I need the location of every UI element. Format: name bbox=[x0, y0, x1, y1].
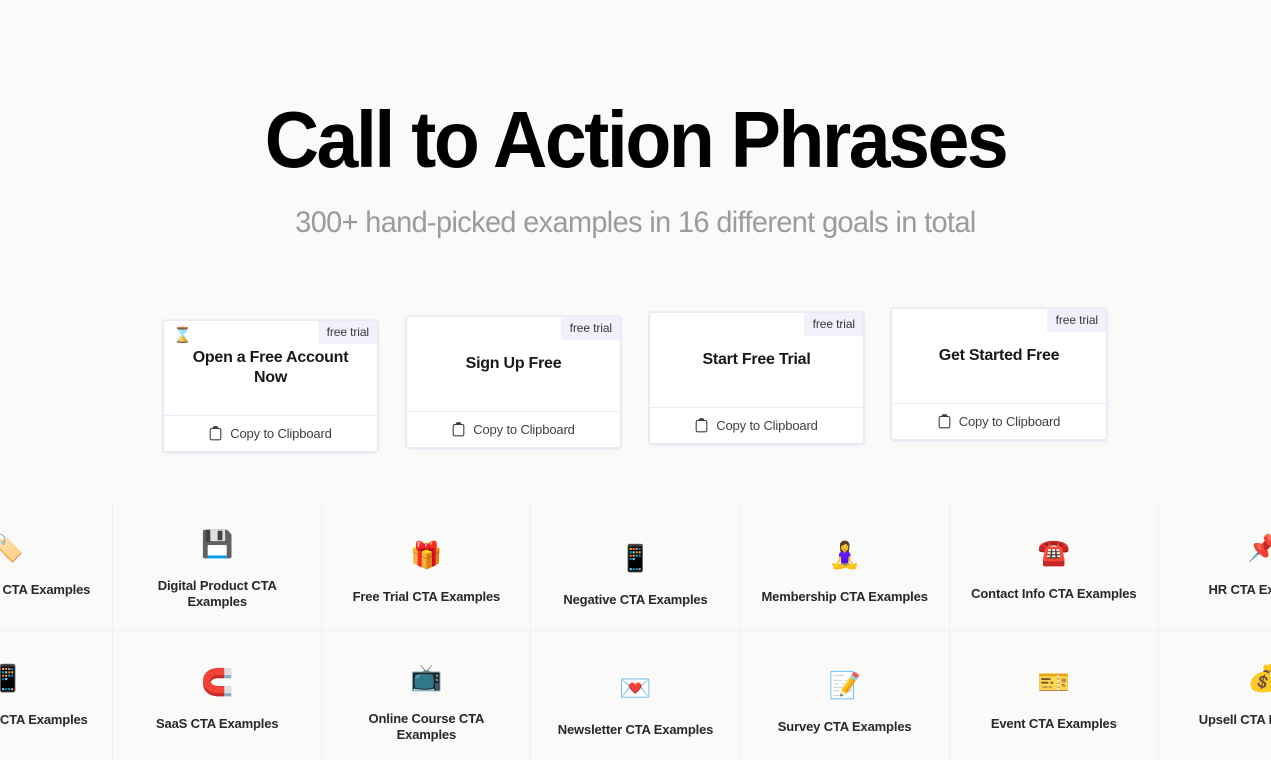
floppy-disk-emoji: 💾 bbox=[201, 529, 234, 560]
love-letter-emoji: 💌 bbox=[619, 673, 652, 704]
category-tile-label: Digital Product CTA Examples bbox=[157, 577, 277, 609]
pushpin-note-emoji: 📌 bbox=[1247, 533, 1271, 564]
cta-card[interactable]: free trial Get Started Free Copy to Clipbo… bbox=[891, 308, 1107, 440]
clipboard-icon bbox=[452, 422, 465, 437]
ticket-emoji: 🎫 bbox=[1037, 667, 1070, 698]
person-lotus-position-emoji: 🧘‍♀️ bbox=[828, 540, 861, 571]
gift-emoji: 🎁 bbox=[410, 540, 443, 571]
category-tile-label: Free Trial CTA Examples bbox=[352, 588, 501, 604]
category-tile[interactable]: 🧲 SaaS CTA Examples bbox=[113, 631, 323, 760]
money-bag-emoji: 💰 bbox=[1247, 663, 1271, 694]
copy-to-clipboard-button[interactable]: Copy to Clipboard bbox=[407, 411, 620, 447]
page-root: Call to Action Phrases 300+ hand-picked … bbox=[0, 0, 1271, 760]
category-tile-label: Online Course CTA Examples bbox=[368, 710, 485, 742]
cta-phrase-text: Sign Up Free bbox=[465, 355, 562, 372]
copy-to-clipboard-button[interactable]: Copy to Clipboard bbox=[164, 415, 377, 451]
category-tile[interactable]: 🎁 Free Trial CTA Examples bbox=[322, 501, 532, 631]
category-tile[interactable]: 🧘‍♀️ Membership CTA Examples bbox=[740, 501, 950, 631]
category-tile[interactable]: 📱 Negative CTA Examples bbox=[531, 501, 741, 631]
cta-card-body: free trial Get Started Free bbox=[892, 309, 1106, 403]
category-tile-label: Contact Info CTA Examples bbox=[971, 585, 1137, 601]
television-emoji: 📺 bbox=[410, 662, 443, 693]
hourglass-emoji: ⌛ bbox=[173, 326, 192, 344]
cta-card-body: free trial Start Free Trial bbox=[650, 313, 863, 407]
category-tile[interactable]: 🎫 Event CTA Examples bbox=[949, 631, 1159, 760]
category-tile[interactable]: 📌 HR CTA Examples bbox=[1158, 501, 1271, 631]
magnet-emoji: 🧲 bbox=[201, 667, 234, 698]
category-tile-label: Mobile App CTA Examples bbox=[0, 711, 88, 727]
category-tile-label: Upsell CTA Examples bbox=[1198, 711, 1271, 727]
copy-to-clipboard-label: Copy to Clipboard bbox=[958, 414, 1061, 429]
copy-to-clipboard-label: Copy to Clipboard bbox=[230, 426, 332, 441]
copy-to-clipboard-button[interactable]: Copy to Clipboard bbox=[892, 403, 1106, 439]
free-trial-badge: free trial bbox=[1046, 309, 1106, 332]
cta-card[interactable]: free trial Start Free Trial Copy to Clipbo… bbox=[649, 312, 864, 444]
cta-phrase-text: Start Free Trial bbox=[702, 351, 811, 368]
category-tile-label: HR CTA Examples bbox=[1208, 581, 1271, 597]
category-grid: 🏷️ eCommerce CTA Examples 💾 Digital Product… bbox=[0, 501, 1271, 760]
copy-to-clipboard-label: Copy to Clipboard bbox=[473, 422, 575, 437]
cta-card-body: free trial Sign Up Free bbox=[407, 317, 620, 411]
cta-card-row: ⌛ free trial Open a Free Account Now Copy t… bbox=[0, 0, 1271, 470]
label-tag-emoji: 🏷️ bbox=[0, 533, 25, 564]
copy-to-clipboard-button[interactable]: Copy to Clipboard bbox=[650, 407, 863, 443]
category-tile-label: Event CTA Examples bbox=[990, 715, 1117, 731]
memo-emoji: 📝 bbox=[828, 670, 861, 701]
cta-phrase-text: Get Started Free bbox=[938, 347, 1060, 364]
category-tile-label: Membership CTA Examples bbox=[761, 588, 928, 604]
cta-card-body: ⌛ free trial Open a Free Account Now bbox=[164, 321, 377, 415]
category-grid-section: 🏷️ eCommerce CTA Examples 💾 Digital Product… bbox=[0, 501, 1271, 760]
free-trial-badge: free trial bbox=[560, 317, 620, 340]
category-tile[interactable]: 📱 Mobile App CTA Examples bbox=[0, 631, 114, 760]
mobile-phone-emoji: 📱 bbox=[0, 663, 25, 694]
category-tile[interactable]: 📺 Online Course CTA Examples bbox=[322, 631, 532, 760]
telephone-emoji: ☎️ bbox=[1037, 537, 1070, 568]
mobile-phone-emoji: 📱 bbox=[619, 543, 652, 574]
category-tile[interactable]: 💌 Newsletter CTA Examples bbox=[531, 631, 741, 760]
category-tile[interactable]: 💰 Upsell CTA Examples bbox=[1158, 631, 1271, 760]
copy-to-clipboard-label: Copy to Clipboard bbox=[716, 418, 818, 433]
cta-phrase-text: Open a Free Account Now bbox=[192, 349, 349, 386]
category-tile-label: Newsletter CTA Examples bbox=[557, 721, 714, 737]
category-tile[interactable]: 💾 Digital Product CTA Examples bbox=[113, 501, 323, 631]
clipboard-icon bbox=[209, 426, 222, 441]
category-tile-label: Survey CTA Examples bbox=[777, 718, 912, 734]
category-tile-label: SaaS CTA Examples bbox=[155, 715, 279, 731]
cta-card[interactable]: free trial Sign Up Free Copy to Clipboard bbox=[406, 316, 621, 448]
free-trial-badge: free trial bbox=[317, 321, 377, 344]
category-tile[interactable]: 🏷️ eCommerce CTA Examples bbox=[0, 501, 114, 631]
clipboard-icon bbox=[938, 414, 951, 429]
clipboard-icon bbox=[695, 418, 708, 433]
category-tile[interactable]: 📝 Survey CTA Examples bbox=[740, 631, 950, 760]
category-tile-label: Negative CTA Examples bbox=[563, 591, 708, 607]
cta-card[interactable]: ⌛ free trial Open a Free Account Now Copy t… bbox=[163, 320, 378, 452]
category-tile[interactable]: ☎️ Contact Info CTA Examples bbox=[949, 501, 1159, 631]
free-trial-badge: free trial bbox=[803, 313, 863, 336]
category-tile-label: eCommerce CTA Examples bbox=[0, 581, 91, 597]
